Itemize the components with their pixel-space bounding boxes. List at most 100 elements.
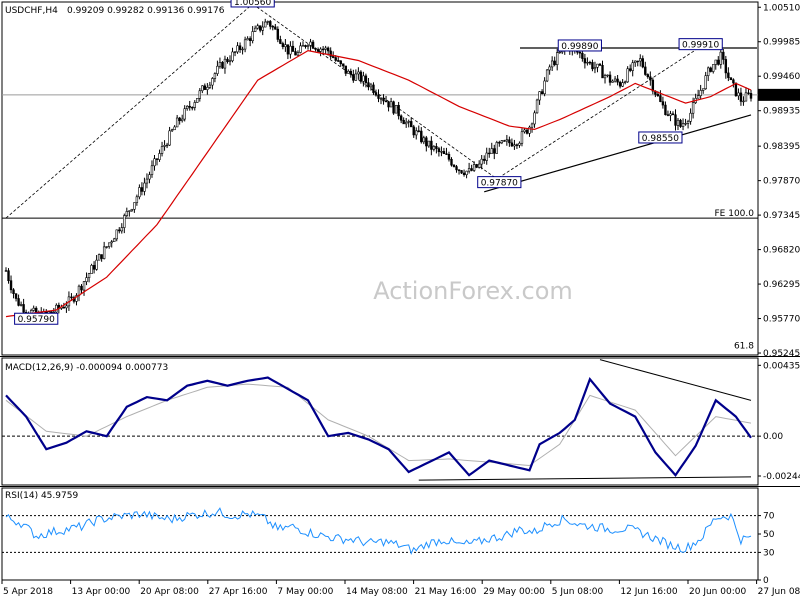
candle-body: [548, 66, 551, 71]
candle-body: [264, 21, 267, 28]
candle-body: [369, 84, 373, 88]
candle-body: [747, 92, 750, 94]
candle-body: [729, 77, 733, 81]
candle-body: [488, 152, 491, 155]
x-tick-label: 5 Jun 08:00: [552, 587, 604, 597]
x-tick-label: 27 Jun 08:00: [758, 587, 800, 597]
macd-trendline: [599, 359, 752, 401]
candle-body: [503, 140, 506, 142]
candle-body: [510, 142, 514, 147]
candle-body: [113, 238, 116, 242]
candle-body: [505, 139, 509, 142]
candle-body: [598, 63, 602, 66]
candle-body: [374, 92, 378, 96]
candle-body: [523, 129, 526, 133]
candle-body: [153, 158, 156, 167]
candle-body: [739, 92, 743, 102]
y-tick-label: 0.96820: [763, 246, 800, 256]
candle-body: [22, 304, 25, 313]
candle-body: [634, 60, 637, 64]
candle-body: [125, 211, 129, 216]
candle-body: [4, 270, 8, 272]
candle-body: [309, 41, 312, 46]
candle-body: [140, 187, 144, 192]
current-price-label: 0.99176: [762, 91, 799, 101]
candle-body: [467, 168, 471, 172]
candle-body: [734, 82, 738, 97]
candle-body: [646, 74, 650, 78]
candle-body: [294, 51, 297, 56]
candle-body: [326, 47, 330, 52]
macd-trendline: [418, 476, 752, 481]
candle-body: [160, 146, 164, 154]
candle-body: [709, 67, 712, 72]
candle-body: [676, 119, 680, 126]
macd-y-tick-label: 0.00: [763, 432, 783, 442]
candle-body: [331, 56, 335, 58]
candle-body: [173, 126, 176, 131]
candle-body: [379, 98, 383, 100]
candle-body: [168, 130, 171, 146]
candle-body: [666, 114, 670, 116]
candle-body: [616, 78, 619, 83]
candle-body: [296, 52, 300, 56]
candle-body: [50, 311, 53, 314]
candle-body: [704, 75, 707, 90]
rsi-y-tick-label: 0: [763, 576, 769, 586]
candle-body: [304, 45, 307, 48]
candle-body: [649, 76, 652, 81]
price-label: 0.97870: [481, 179, 518, 189]
candle-body: [223, 58, 227, 69]
candle-body: [483, 158, 486, 161]
y-tick-label: 0.98395: [763, 142, 800, 152]
macd-line: [5, 376, 752, 477]
chart-svg: ActionForex.com 1.00560 0.99890 0.99910 0.98…: [0, 0, 800, 597]
rsi-y-tick-label: 30: [763, 548, 775, 558]
candle-body: [9, 280, 13, 291]
candle-body: [206, 87, 209, 90]
y-tick-label: 0.95770: [763, 315, 800, 325]
candle-body: [130, 209, 134, 212]
candle-body: [150, 165, 154, 175]
candle-body: [515, 144, 519, 146]
macd-y-tick-label: -0.002448: [763, 472, 800, 482]
candle-body: [316, 49, 320, 52]
x-tick-label: 5 Apr 2018: [3, 587, 53, 597]
candle-body: [138, 187, 141, 198]
candle-body: [158, 153, 161, 160]
candle-body: [392, 101, 395, 114]
candle-body: [14, 293, 18, 299]
candle-body: [422, 137, 426, 143]
candle-body: [105, 246, 108, 248]
chart-ohlc: 0.99209 0.99282 0.99136 0.99176: [67, 6, 225, 16]
candle-body: [457, 169, 461, 171]
candle-body: [118, 229, 121, 232]
candle-body: [306, 45, 310, 48]
trendline: [484, 114, 752, 193]
candle-body: [62, 306, 66, 309]
candle-body: [274, 26, 277, 30]
candle-body: [198, 90, 202, 99]
price-label: 1.00560: [234, 0, 271, 8]
candle-body: [513, 144, 516, 147]
y-tick-label: 0.95245: [763, 349, 800, 359]
candle-body: [213, 73, 217, 79]
candle-body: [102, 246, 106, 259]
candle-body: [120, 227, 123, 232]
candle-body: [281, 43, 285, 48]
candle-body: [238, 45, 242, 50]
candle-body: [412, 126, 415, 136]
fib-label: FE 100.0: [715, 209, 755, 219]
candle-body: [186, 105, 189, 110]
candle-body: [485, 152, 488, 161]
candle-body: [742, 100, 745, 103]
candle-body: [261, 26, 264, 31]
candle-body: [480, 158, 483, 165]
candle-body: [664, 104, 667, 115]
candle-body: [201, 85, 204, 92]
candle-body: [626, 68, 629, 83]
candle-body: [727, 72, 730, 78]
candle-body: [477, 163, 481, 168]
macd-title: MACD(12,26,9) -0.000094 0.000773: [5, 363, 168, 373]
candle-body: [337, 60, 340, 62]
